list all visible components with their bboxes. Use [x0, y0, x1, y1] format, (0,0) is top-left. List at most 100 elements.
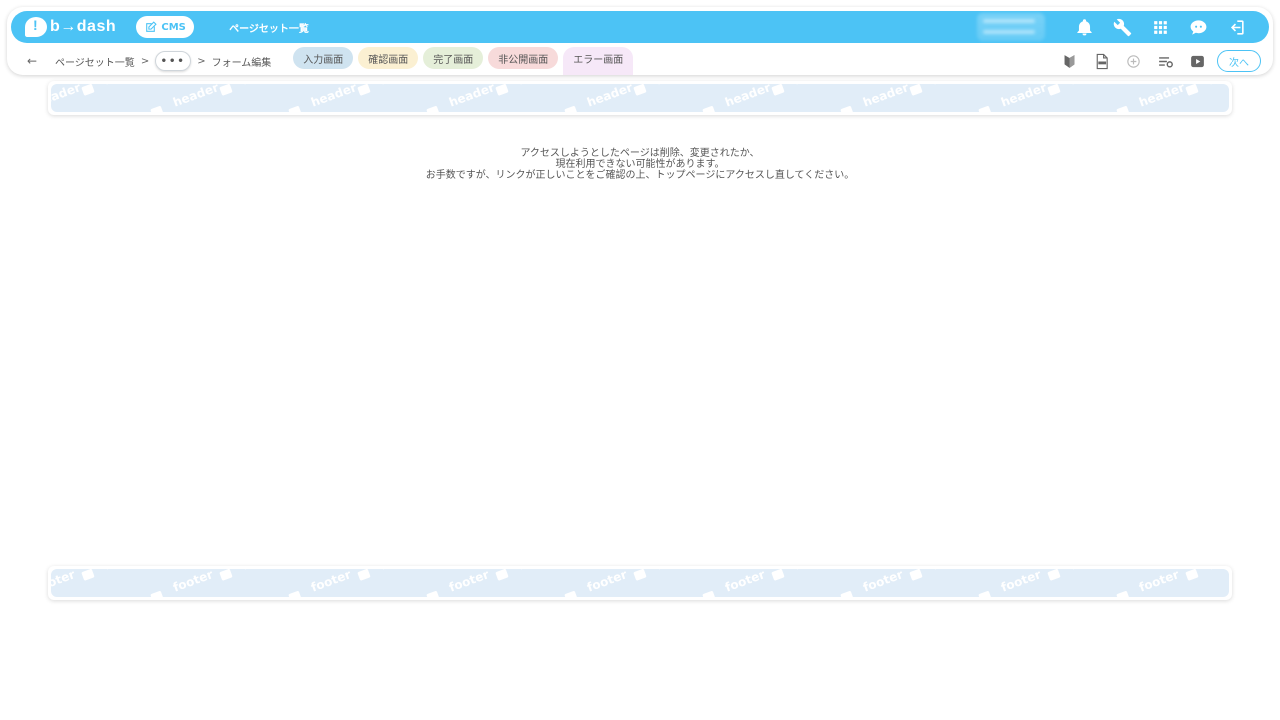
- grid-icon[interactable]: [1141, 13, 1179, 41]
- watermark-tile: header: [219, 84, 290, 96]
- beginner-icon[interactable]: [1053, 50, 1085, 72]
- top-bar: b→dash CMS ページセット一覧: [11, 11, 1269, 43]
- watermark-label: footer: [1068, 569, 1112, 573]
- image-placeholder-icon: [978, 591, 992, 597]
- image-placeholder-icon: [1047, 84, 1061, 96]
- breadcrumb-root[interactable]: ページセット一覧: [55, 54, 135, 69]
- logo-text: b→dash: [50, 18, 117, 35]
- watermark-label: footer: [792, 569, 836, 573]
- watermark-tile: footer: [1047, 569, 1112, 581]
- watermark-label: header: [309, 84, 358, 110]
- bell-icon[interactable]: [1065, 13, 1103, 41]
- watermark-tile: footer: [495, 569, 560, 581]
- watermark-tile: footer: [51, 569, 77, 595]
- image-placeholder-icon: [702, 106, 716, 112]
- wrench-icon[interactable]: [1103, 13, 1141, 41]
- watermark-label: footer: [309, 569, 353, 595]
- tab-error-screen[interactable]: エラー画面: [563, 47, 634, 75]
- watermark-label: footer: [723, 569, 767, 595]
- watermark-tile: footer: [702, 569, 767, 597]
- watermark-tile: footer: [978, 569, 1043, 597]
- image-placeholder-icon: [426, 591, 440, 597]
- watermark-tile: footer: [564, 569, 629, 597]
- watermark-label: header: [1137, 84, 1186, 110]
- footer-region[interactable]: footer footer footer footer footer footer foot…: [48, 566, 1232, 600]
- logo-bubble-icon: [25, 17, 47, 37]
- screen-tabs: 入力画面 確認画面 完了画面 非公開画面 エラー画面: [293, 47, 634, 75]
- image-placeholder-icon: [564, 106, 578, 112]
- footer-watermark-pattern: footer footer footer footer footer footer foot…: [51, 569, 1229, 597]
- header-region[interactable]: header header header header header header head…: [48, 81, 1232, 115]
- watermark-tile: footer: [81, 569, 146, 581]
- image-placeholder-icon: [219, 569, 233, 581]
- watermark-label: header: [51, 84, 83, 110]
- watermark-label: header: [861, 84, 910, 110]
- watermark-label: footer: [1206, 569, 1229, 573]
- user-info-blurred[interactable]: [977, 13, 1045, 41]
- watermark-tile: header: [1047, 84, 1118, 96]
- watermark-label: header: [999, 84, 1048, 110]
- logout-icon[interactable]: [1217, 13, 1255, 41]
- watermark-label: footer: [999, 569, 1043, 595]
- cms-label: CMS: [161, 21, 186, 33]
- watermark-label: header: [102, 84, 151, 88]
- breadcrumb-current: フォーム編集: [211, 57, 272, 69]
- watermark-tile: footer: [288, 569, 353, 597]
- watermark-label: footer: [51, 569, 77, 595]
- image-placeholder-icon: [288, 106, 302, 112]
- watermark-label: footer: [378, 569, 422, 573]
- image-placeholder-icon: [150, 106, 164, 112]
- breadcrumb-ellipsis-button[interactable]: •••: [155, 51, 192, 71]
- tab-confirm-screen[interactable]: 確認画面: [358, 47, 419, 69]
- watermark-tile: footer: [426, 569, 491, 597]
- support-chat-icon[interactable]: [1179, 13, 1217, 41]
- cms-module-chip[interactable]: CMS: [136, 16, 195, 38]
- sub-right-controls: 次へ: [1053, 50, 1261, 72]
- add-circle-icon[interactable]: [1117, 50, 1149, 72]
- edit-icon: [146, 20, 158, 32]
- watermark-tile: footer: [1116, 569, 1181, 597]
- play-icon[interactable]: [1181, 50, 1213, 72]
- image-placeholder-icon: [633, 569, 647, 581]
- watermark-tile: header: [1116, 84, 1187, 112]
- image-placeholder-icon: [1116, 591, 1130, 597]
- image-placeholder-icon: [495, 84, 509, 96]
- watermark-label: footer: [861, 569, 905, 595]
- error-message-line-1: アクセスしようとしたページは削除、変更されたか、: [520, 148, 760, 159]
- watermark-tile: footer: [150, 569, 215, 597]
- image-placeholder-icon: [1116, 106, 1130, 112]
- image-placeholder-icon: [81, 84, 95, 96]
- watermark-tile: footer: [1185, 569, 1229, 581]
- next-button[interactable]: 次へ: [1217, 50, 1261, 72]
- watermark-tile: header: [426, 84, 497, 112]
- watermark-tile: header: [840, 84, 911, 112]
- list-settings-icon[interactable]: [1149, 50, 1181, 72]
- html-file-icon[interactable]: [1085, 50, 1117, 72]
- watermark-label: header: [1206, 84, 1229, 88]
- page-title: ページセット一覧: [229, 23, 309, 35]
- tab-input-screen[interactable]: 入力画面: [293, 47, 354, 69]
- watermark-tile: header: [357, 84, 428, 96]
- watermark-label: footer: [654, 569, 698, 573]
- tab-complete-screen[interactable]: 完了画面: [423, 47, 484, 69]
- watermark-label: header: [723, 84, 772, 110]
- image-placeholder-icon: [909, 569, 923, 581]
- watermark-label: header: [792, 84, 841, 88]
- watermark-label: header: [1068, 84, 1117, 88]
- image-placeholder-icon: [978, 106, 992, 112]
- app-shell: b→dash CMS ページセット一覧 ←: [7, 7, 1273, 75]
- image-placeholder-icon: [909, 84, 923, 96]
- tab-private-screen[interactable]: 非公開画面: [488, 47, 559, 69]
- watermark-label: footer: [171, 569, 215, 595]
- watermark-label: footer: [447, 569, 491, 595]
- image-placeholder-icon: [771, 569, 785, 581]
- watermark-tile: header: [288, 84, 359, 112]
- watermark-label: header: [171, 84, 220, 110]
- watermark-label: footer: [1137, 569, 1181, 595]
- logo[interactable]: b→dash: [25, 17, 116, 37]
- back-arrow-icon[interactable]: ←: [27, 54, 41, 68]
- image-placeholder-icon: [633, 84, 647, 96]
- watermark-tile: footer: [909, 569, 974, 581]
- sub-bar: ← ページセット一覧 > ••• > フォーム編集 入力画面 確認画面 完了画面…: [7, 47, 1273, 75]
- breadcrumb: ページセット一覧 > ••• > フォーム編集: [55, 51, 271, 71]
